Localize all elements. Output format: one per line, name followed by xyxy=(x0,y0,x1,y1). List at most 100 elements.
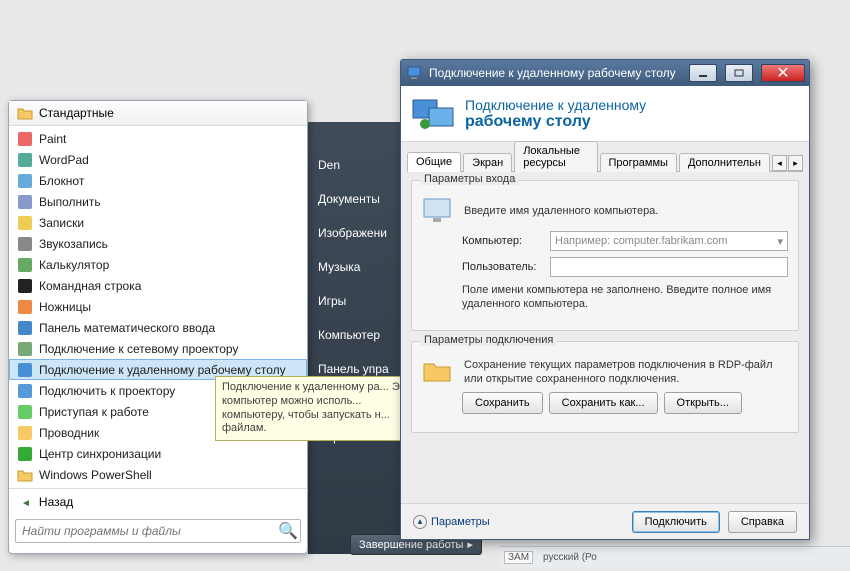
program-item[interactable]: Записки xyxy=(9,212,307,233)
program-label: Приступая к работе xyxy=(39,405,149,419)
program-label: Ножницы xyxy=(39,300,91,314)
connect-button[interactable]: Подключить xyxy=(632,511,720,533)
sound-icon xyxy=(17,236,33,252)
program-item[interactable]: WordPad xyxy=(9,149,307,170)
program-item[interactable]: Paint xyxy=(9,128,307,149)
program-label: Панель математического ввода xyxy=(39,321,215,335)
chevron-down-icon: ▾ xyxy=(777,235,783,248)
start-menu-folder-header[interactable]: Стандартные xyxy=(9,101,307,126)
program-label: Блокнот xyxy=(39,174,84,188)
folder-icon xyxy=(17,467,33,483)
program-label: Центр синхронизации xyxy=(39,447,161,461)
monitor-icon xyxy=(422,197,454,225)
status-zam: ЗАМ xyxy=(504,551,533,564)
options-label: Параметры xyxy=(431,516,490,528)
login-note: Поле имени компьютера не заполнено. Введ… xyxy=(462,283,788,312)
program-item[interactable]: Выполнить xyxy=(9,191,307,212)
program-label: Звукозапись xyxy=(39,237,108,251)
program-label: WordPad xyxy=(39,153,89,167)
netproj-icon xyxy=(17,341,33,357)
proj-icon xyxy=(17,383,33,399)
program-item[interactable]: Панель математического ввода xyxy=(9,317,307,338)
program-label: Проводник xyxy=(39,426,99,440)
titlebar[interactable]: Подключение к удаленному рабочему столу … xyxy=(401,60,809,86)
save-button[interactable]: Сохранить xyxy=(462,392,543,414)
folder-open-icon xyxy=(422,358,454,386)
tab-advanced[interactable]: Дополнительн xyxy=(679,153,770,172)
program-label: Выполнить xyxy=(39,195,101,209)
tab-scroll-right[interactable]: ▸ xyxy=(788,155,803,171)
user-textbox[interactable] xyxy=(550,257,788,277)
back-button[interactable]: Назад xyxy=(9,488,307,515)
start-icon xyxy=(17,404,33,420)
language-indicator[interactable]: русский (Ро xyxy=(543,552,597,563)
folder-icon xyxy=(17,488,33,489)
close-button[interactable]: ✕ xyxy=(761,64,805,82)
program-label: Подключить к проектору xyxy=(39,384,175,398)
program-label: Командная строка xyxy=(39,279,141,293)
snip-icon xyxy=(17,299,33,315)
login-groupbox: Параметры входа Введите имя удаленного к… xyxy=(411,180,799,331)
options-toggle[interactable]: ▴ Параметры xyxy=(413,515,490,529)
maximize-button[interactable] xyxy=(725,64,753,82)
help-button[interactable]: Справка xyxy=(728,511,797,533)
user-label: Пользователь: xyxy=(462,261,540,273)
dialog-footer: ▴ Параметры Подключить Справка xyxy=(401,503,809,539)
minimize-button[interactable] xyxy=(689,64,717,82)
connection-groupbox: Параметры подключения Сохранение текущих… xyxy=(411,341,799,434)
search-input[interactable] xyxy=(16,524,276,538)
program-item[interactable]: Windows PowerShell xyxy=(9,464,307,485)
program-label: Записки xyxy=(39,216,84,230)
program-item[interactable]: Командная строка xyxy=(9,275,307,296)
program-item[interactable]: Звукозапись xyxy=(9,233,307,254)
save-as-button[interactable]: Сохранить как... xyxy=(549,392,658,414)
connection-text: Сохранение текущих параметров подключени… xyxy=(464,358,788,387)
computer-placeholder: Например: computer.fabrikam.com xyxy=(555,235,728,247)
sync-icon xyxy=(17,446,33,462)
tab-local-resources[interactable]: Локальные ресурсы xyxy=(514,141,597,172)
window-title: Подключение к удаленному рабочему столу xyxy=(429,66,681,80)
program-label: Windows PowerShell xyxy=(39,468,152,482)
explorer-icon xyxy=(17,425,33,441)
rdp-icon xyxy=(17,362,33,378)
login-intro: Введите имя удаленного компьютера. xyxy=(464,205,658,217)
login-legend: Параметры входа xyxy=(420,173,519,185)
math-icon xyxy=(17,320,33,336)
search-box[interactable]: 🔍 xyxy=(15,519,301,543)
program-item[interactable]: Центр синхронизации xyxy=(9,443,307,464)
banner-line1: Подключение к удаленному xyxy=(465,97,646,113)
program-label: Подключение к удаленному рабочему столу xyxy=(39,363,286,377)
run-icon xyxy=(17,194,33,210)
tab-general[interactable]: Общие xyxy=(407,152,461,172)
computer-label: Компьютер: xyxy=(462,235,540,247)
connection-legend: Параметры подключения xyxy=(420,334,557,346)
program-item[interactable]: Блокнот xyxy=(9,170,307,191)
program-label: Paint xyxy=(39,132,66,146)
start-menu: Стандартные Paint WordPad Блокнот Выполнить… xyxy=(8,100,308,554)
calc-icon xyxy=(17,257,33,273)
program-item[interactable]: Подключение к сетевому проектору xyxy=(9,338,307,359)
rdp-icon xyxy=(407,65,423,81)
sticky-icon xyxy=(17,215,33,231)
folder-header-label: Стандартные xyxy=(39,106,114,120)
tab-display[interactable]: Экран xyxy=(463,153,512,172)
program-item[interactable]: Ножницы xyxy=(9,296,307,317)
arrow-left-icon xyxy=(21,495,33,509)
shutdown-label: Завершение работы xyxy=(359,539,463,551)
computer-screens-icon xyxy=(411,94,455,134)
rdp-dialog: Подключение к удаленному рабочему столу … xyxy=(400,59,810,540)
tab-strip: Общие Экран Локальные ресурсы Программы … xyxy=(407,148,803,172)
back-label: Назад xyxy=(39,495,73,509)
wordpad-icon xyxy=(17,152,33,168)
search-icon: 🔍 xyxy=(276,521,300,541)
computer-combobox[interactable]: Например: computer.fabrikam.com ▾ xyxy=(550,231,788,251)
open-button[interactable]: Открыть... xyxy=(664,392,742,414)
tooltip: Подключение к удаленному ра... Этот комп… xyxy=(215,376,423,441)
program-item[interactable]: Калькулятор xyxy=(9,254,307,275)
tab-scroll-left[interactable]: ◂ xyxy=(772,155,787,171)
cmd-icon xyxy=(17,278,33,294)
tab-programs[interactable]: Программы xyxy=(600,153,677,172)
program-label: Подключение к сетевому проектору xyxy=(39,342,238,356)
notepad-icon xyxy=(17,173,33,189)
folder-icon xyxy=(17,105,33,121)
